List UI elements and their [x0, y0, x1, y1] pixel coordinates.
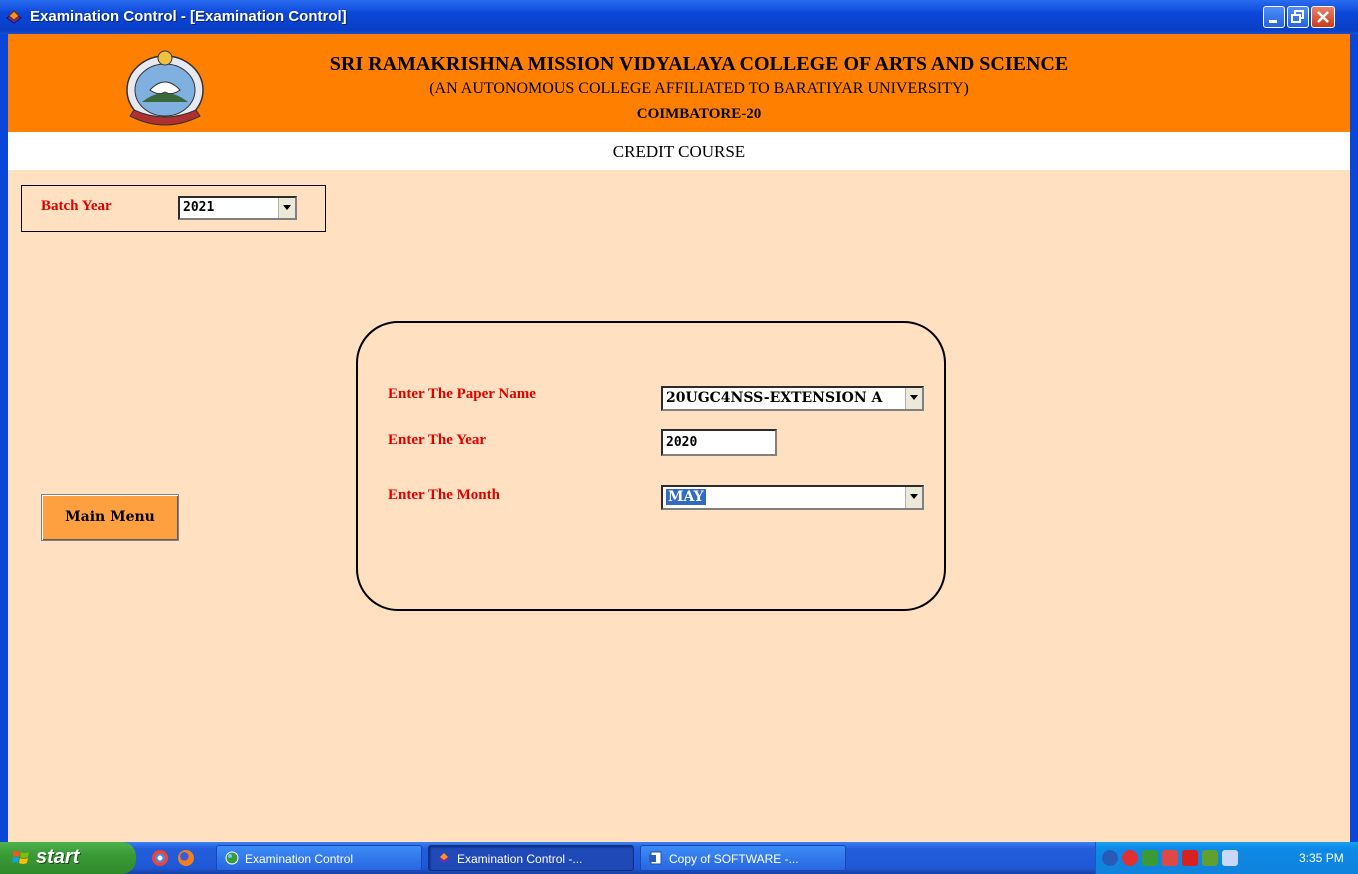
network-icon[interactable] — [1122, 850, 1138, 866]
antivirus-icon[interactable] — [1162, 850, 1178, 866]
clock: 3:35 PM — [1299, 851, 1344, 865]
paper-form-panel — [356, 321, 946, 611]
windows-flag-icon — [12, 851, 29, 864]
batch-year-select[interactable]: 2021 — [178, 196, 297, 220]
month-select[interactable]: MAY — [661, 485, 924, 510]
chrome-icon[interactable] — [152, 850, 168, 866]
page-title: CREDIT COURSE — [612, 142, 746, 161]
window-frame-right — [1350, 34, 1358, 842]
title-bar[interactable]: Examination Control - [Examination Contr… — [0, 0, 1358, 34]
window-frame-left — [0, 34, 8, 842]
chevron-down-icon[interactable] — [905, 487, 922, 508]
taskbar-item-copy-of-software[interactable]: Copy of SOFTWARE -... — [640, 845, 846, 871]
batch-year-group: Batch Year 2021 — [21, 185, 326, 232]
paper-name-value: 20UGC4NSS-EXTENSION A — [666, 390, 883, 406]
year-value: 2020 — [666, 435, 698, 450]
start-label: start — [36, 846, 80, 868]
security-icon[interactable] — [1182, 850, 1198, 866]
restore-icon — [1291, 10, 1304, 23]
restore-button[interactable] — [1287, 6, 1309, 28]
paper-name-select[interactable]: 20UGC4NSS-EXTENSION A — [661, 386, 924, 411]
display-icon[interactable] — [1222, 850, 1238, 866]
window-title: Examination Control - [Examination Contr… — [30, 8, 347, 25]
paper-name-label: Enter The Paper Name — [388, 386, 536, 402]
chevron-down-icon[interactable] — [905, 388, 922, 409]
year-input[interactable]: 2020 — [661, 429, 777, 456]
close-button[interactable] — [1311, 6, 1335, 28]
college-city: COIMBATORE-20 — [636, 106, 762, 122]
college-name: SRI RAMAKRISHNA MISSION VIDYALAYA COLLEG… — [329, 53, 1069, 75]
college-header: SRI RAMAKRISHNA MISSION VIDYALAYA COLLEG… — [8, 34, 1350, 132]
word-document-icon — [649, 851, 662, 865]
app-icon — [438, 853, 450, 863]
close-icon — [1317, 11, 1329, 23]
minimize-icon — [1269, 20, 1277, 23]
taskbar-item-label: Examination Control -... — [457, 852, 583, 866]
firefox-icon[interactable] — [178, 850, 194, 866]
globe-icon — [225, 851, 239, 865]
app-icon — [6, 10, 22, 24]
taskbar-item-label: Examination Control — [245, 852, 354, 866]
taskbar-item-label: Copy of SOFTWARE -... — [669, 852, 799, 866]
month-value: MAY — [666, 489, 706, 505]
system-tray: 3:35 PM — [1095, 842, 1358, 874]
college-affiliation: (AN AUTONOMOUS COLLEGE AFFILIATED TO BAR… — [429, 80, 969, 97]
volume-icon[interactable] — [1142, 850, 1158, 866]
taskbar: start Examination Control Examination Co… — [0, 842, 1358, 874]
batch-year-label: Batch Year — [41, 198, 112, 214]
page-title-band: CREDIT COURSE — [8, 132, 1350, 170]
chevron-down-icon[interactable] — [278, 198, 295, 218]
update-icon[interactable] — [1202, 850, 1218, 866]
year-label: Enter The Year — [388, 432, 487, 448]
main-menu-button[interactable]: Main Menu — [41, 494, 179, 541]
taskbar-item-examination-control[interactable]: Examination Control — [216, 845, 422, 871]
minimize-button[interactable] — [1263, 6, 1285, 28]
taskbar-item-examination-control-active[interactable]: Examination Control -... — [428, 845, 634, 871]
batch-year-value: 2021 — [183, 200, 215, 215]
show-hidden-icons-icon[interactable] — [1102, 850, 1118, 866]
month-label: Enter The Month — [388, 487, 500, 503]
start-button[interactable]: start — [0, 842, 136, 874]
